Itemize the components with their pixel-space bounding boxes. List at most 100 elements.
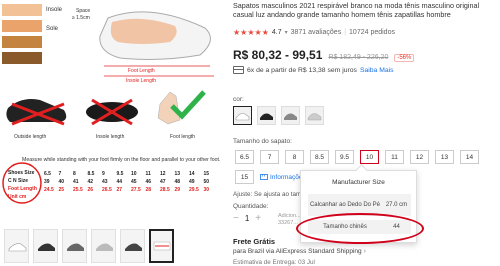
size-table-cell: 9 bbox=[102, 171, 105, 177]
sole-label: Sole bbox=[46, 26, 59, 32]
quantity-increase-button[interactable]: + bbox=[255, 213, 261, 224]
thumbnail[interactable] bbox=[62, 229, 87, 263]
quantity-label: Quantidade: bbox=[233, 203, 269, 210]
insole-length-label: Insole Length bbox=[126, 78, 156, 84]
size-option[interactable]: 15 bbox=[235, 170, 254, 184]
size-table-cell: 13 bbox=[175, 171, 181, 177]
color-option-black[interactable] bbox=[257, 106, 276, 125]
thumbnail[interactable] bbox=[91, 229, 116, 263]
measure-instruction: Measure while standing with your foot fi… bbox=[22, 157, 220, 163]
size-table-cell: 42 bbox=[88, 179, 94, 185]
size-option[interactable]: 12 bbox=[410, 150, 429, 164]
foot-length-caption: Foot length bbox=[170, 134, 195, 140]
size-table-cell: 49 bbox=[189, 179, 195, 185]
color-label: cor: bbox=[233, 96, 244, 103]
divider: | bbox=[344, 29, 347, 36]
size-option[interactable]: 13 bbox=[435, 150, 454, 164]
quantity-value[interactable]: 1 bbox=[245, 214, 249, 223]
size-option[interactable]: 8.5 bbox=[310, 150, 329, 164]
size-option[interactable]: 14 bbox=[460, 150, 479, 164]
size-table-header: Shoes Size bbox=[8, 170, 35, 176]
size-table: Shoes SizeC N SizeFoot LengthUnit cm6.5 7… bbox=[8, 170, 209, 200]
size-option[interactable]: 6.5 bbox=[235, 150, 254, 164]
size-table-cell: 44 bbox=[117, 179, 123, 185]
chevron-right-icon[interactable]: › bbox=[364, 248, 366, 255]
size-table-cell: 43 bbox=[102, 179, 108, 185]
old-price: R$ 182,49 - 226,20 bbox=[328, 54, 389, 61]
ruler-icon bbox=[260, 174, 268, 180]
size-table-cell: 24.5 bbox=[44, 187, 54, 193]
size-table-cell: 50 bbox=[204, 179, 210, 185]
color-option-white[interactable] bbox=[233, 106, 252, 125]
thumbnail[interactable] bbox=[4, 229, 29, 263]
size-table-cell: 26.5 bbox=[102, 187, 112, 193]
color-option-grey[interactable] bbox=[281, 106, 300, 125]
discount-badge: -56% bbox=[394, 54, 415, 62]
size-table-cell: 8 bbox=[73, 171, 76, 177]
size-option[interactable]: 8 bbox=[285, 150, 304, 164]
size-option-selected[interactable]: 10 bbox=[360, 150, 379, 164]
size-option[interactable]: 7 bbox=[260, 150, 279, 164]
size-label: Tamanho do sapato: bbox=[233, 138, 292, 145]
size-table-cell: 27 bbox=[117, 187, 123, 193]
quantity-decrease-button[interactable]: − bbox=[233, 213, 239, 224]
size-table-cell: 26 bbox=[88, 187, 94, 193]
popover-key: Calcanhar ao Dedo Do Pé bbox=[309, 201, 381, 208]
space-value: ≥ 1.5cm bbox=[72, 15, 90, 21]
quantity-stepper: − 1 + bbox=[233, 213, 261, 224]
size-table-cell: 45 bbox=[131, 179, 137, 185]
chevron-down-icon[interactable]: ▾ bbox=[285, 29, 288, 36]
size-options: 6.5 7 8 8.5 9.5 10 11 12 13 14 bbox=[235, 150, 479, 164]
shipping-text: para Brazil via AliExpress Standard Ship… bbox=[233, 248, 362, 255]
orders-count: 10724 pedidos bbox=[349, 29, 395, 36]
space-label: Space bbox=[76, 8, 90, 14]
size-table-cell: 8.5 bbox=[88, 171, 95, 177]
size-table-header: C N Size bbox=[8, 178, 28, 184]
product-main-image[interactable]: Insole Sole Space ≥ 1.5cm Foot Length In… bbox=[0, 0, 222, 227]
price-row: R$ 80,32 - 99,51 R$ 182,49 - 226,20 -56% bbox=[233, 48, 415, 62]
thumbnail-selected[interactable] bbox=[149, 229, 174, 263]
rating-row: ★★★★★ 4.7 ▾ 3871 avaliações | 10724 pedi… bbox=[233, 28, 395, 37]
red-highlight-circle bbox=[296, 213, 424, 244]
size-table-cell: 7 bbox=[59, 171, 62, 177]
thumbnail[interactable] bbox=[33, 229, 58, 263]
learn-more-link[interactable]: Saiba Mais bbox=[360, 67, 394, 74]
star-rating-icon[interactable]: ★★★★★ bbox=[233, 28, 269, 37]
outside-length-caption: Outside length bbox=[14, 134, 46, 140]
reviews-link[interactable]: 3871 avaliações bbox=[291, 29, 342, 36]
size-table-cell: 29 bbox=[175, 187, 181, 193]
color-options bbox=[233, 106, 324, 125]
product-title: Sapatos masculinos 2021 respirável branc… bbox=[233, 1, 480, 19]
size-table-cell: 27.5 bbox=[131, 187, 141, 193]
size-option[interactable]: 11 bbox=[385, 150, 404, 164]
thumbnail-strip bbox=[4, 229, 174, 263]
size-guide-illustration: Insole Sole Space ≥ 1.5cm Foot Length In… bbox=[2, 4, 220, 204]
insole-label: Insole bbox=[46, 7, 63, 13]
size-table-cell: 28.5 bbox=[160, 187, 170, 193]
size-table-cell: 39 bbox=[44, 179, 50, 185]
delivery-estimate: Estimativa de Entrega: 03 Jul bbox=[233, 259, 315, 266]
size-table-cell: 30 bbox=[204, 187, 210, 193]
color-option-silver[interactable] bbox=[305, 106, 324, 125]
rating-value: 4.7 bbox=[271, 29, 282, 36]
credit-card-icon bbox=[233, 66, 244, 74]
foot-length-label: Foot Length bbox=[128, 68, 155, 74]
size-options-row2: 15 Informações bbox=[235, 170, 306, 184]
size-table-cell: 41 bbox=[73, 179, 79, 185]
installments-text: 6x de a partir de R$ 13,38 sem juros bbox=[247, 66, 357, 74]
size-table-cell: 6.5 bbox=[44, 171, 51, 177]
thumbnail[interactable] bbox=[120, 229, 145, 263]
size-table-header: Foot Length bbox=[8, 186, 37, 192]
size-table-cell: 11 bbox=[146, 171, 152, 177]
size-table-cell: 48 bbox=[175, 179, 181, 185]
size-table-cell: 40 bbox=[59, 179, 65, 185]
size-table-cell: 14 bbox=[189, 171, 195, 177]
size-table-cell: 46 bbox=[146, 179, 152, 185]
size-table-cell: 9.5 bbox=[117, 171, 124, 177]
size-info-link[interactable]: Informações bbox=[260, 174, 306, 181]
size-table-cell: 15 bbox=[204, 171, 210, 177]
popover-value: 27.0 cm bbox=[385, 201, 408, 208]
shipping-line: para Brazil via AliExpress Standard Ship… bbox=[233, 248, 366, 255]
size-option[interactable]: 9.5 bbox=[335, 150, 354, 164]
shipping-title: Frete Grátis bbox=[233, 237, 276, 246]
